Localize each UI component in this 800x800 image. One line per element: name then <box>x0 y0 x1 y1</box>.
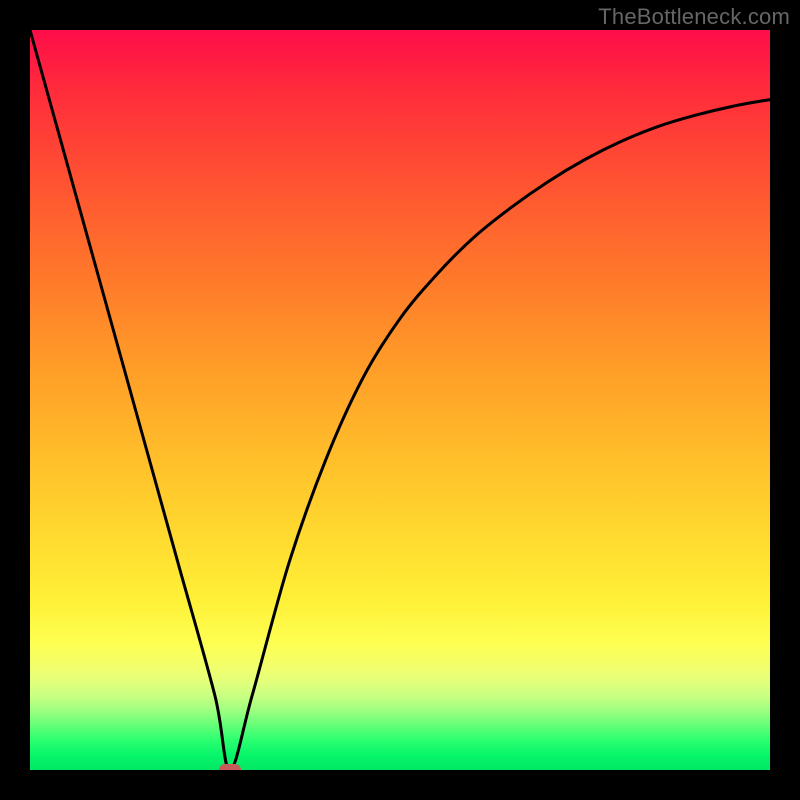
plot-area <box>30 30 770 770</box>
bottleneck-curve <box>30 30 770 770</box>
minimum-marker <box>219 764 241 770</box>
watermark-text: TheBottleneck.com <box>598 4 790 30</box>
chart-frame: TheBottleneck.com <box>0 0 800 800</box>
